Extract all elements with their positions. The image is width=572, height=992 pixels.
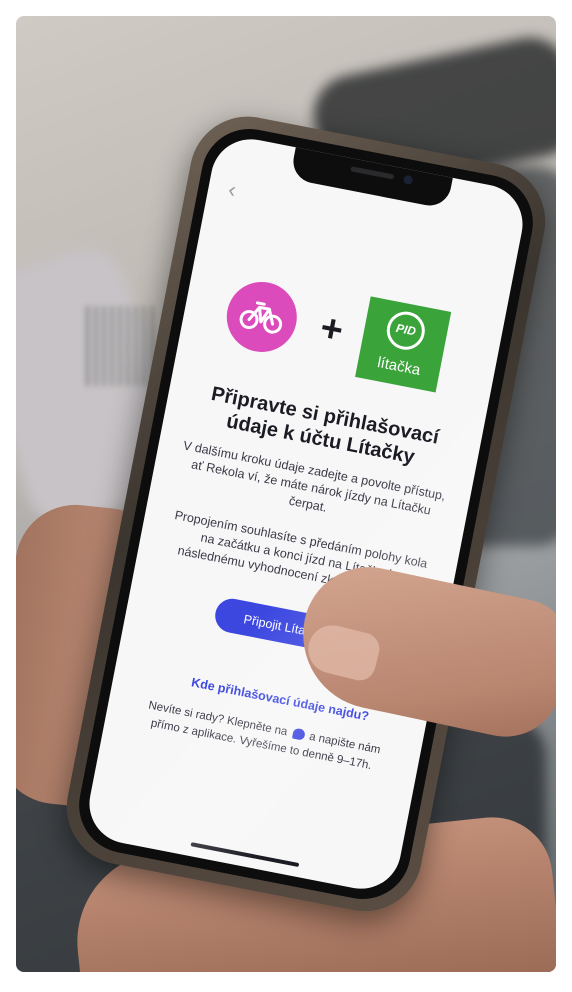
speaker (350, 166, 395, 180)
litacka-wordmark: lítačka (375, 354, 422, 379)
bike-icon (239, 301, 283, 334)
pid-mark-text: PID (394, 320, 418, 339)
pid-mark: PID (383, 308, 429, 353)
chat-icon[interactable] (291, 728, 306, 742)
photo-background: ‹ + PID lítačka Připravte si přihlašovac… (16, 16, 556, 972)
blurred-qr-code (86, 306, 156, 386)
plus-sign: + (316, 306, 347, 353)
home-indicator[interactable] (190, 842, 300, 868)
phone-notch (289, 145, 454, 210)
camera (402, 174, 414, 186)
pid-litacka-logo: PID lítačka (355, 296, 452, 393)
chevron-left-icon[interactable]: ‹ (226, 176, 250, 204)
rekola-bike-logo (220, 275, 303, 358)
